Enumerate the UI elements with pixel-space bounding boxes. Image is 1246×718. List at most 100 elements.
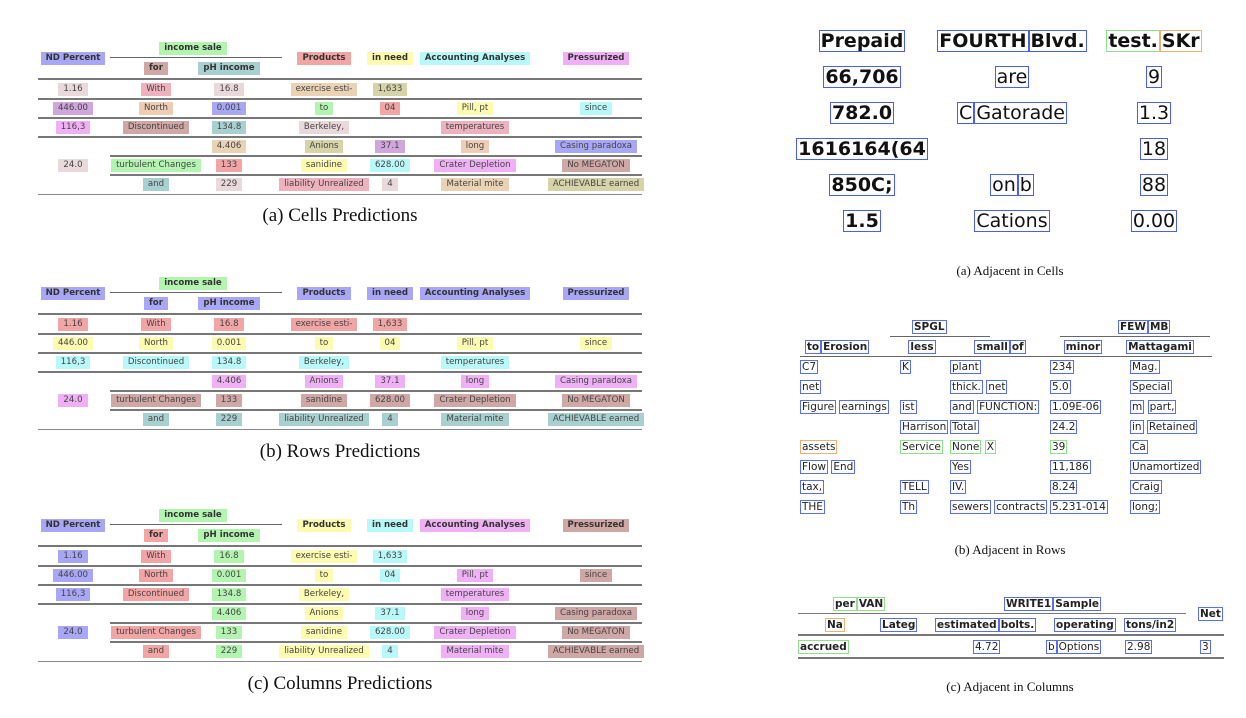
table-cell-cell: Material mite [405,642,545,660]
table-cell: accrued [798,640,849,654]
table-cell-cell: temperatures [405,353,545,371]
header-pressurized: Pressurized [562,286,630,300]
table-cell: ACHIEVABLE earned [547,644,645,658]
table-cell-cell: Pill, pt [405,566,545,584]
table-cell: 37.1 [375,374,405,388]
table-cell-cell: Casing paradoxa [526,137,666,155]
header-cell: tons/in2 [1124,618,1177,632]
word-box: Ca [1130,440,1148,454]
table-cell: 9 [1054,64,1246,90]
word-box: minor [1063,340,1103,354]
table-cell: thick. net [950,380,1008,394]
word-box: operating [1054,618,1116,632]
word-box: FUNCTION: [977,400,1040,414]
table-cell: Harrison [900,420,949,434]
word-box: Special [1130,380,1172,394]
word-box: Total [950,420,979,434]
group-header-few-mb: FEW MB [1118,320,1171,334]
header-cell: to Erosion [797,340,877,354]
word-box: Figure [800,400,837,414]
header-accounting-analyses: Accounting Analyses [419,51,531,65]
word-box: 782.0 [829,102,895,124]
table-rule [38,661,642,662]
caption-rows-predictions: (b) Rows Predictions [259,441,421,462]
table-cell: plant [950,360,981,374]
header-cell: operating [1054,618,1116,632]
header-subrule [110,524,282,525]
table-cell: temperatures [440,587,510,601]
table-cell: ACHIEVABLE earned [547,412,645,426]
header-ph-income-cell: pH income [159,526,299,544]
table-cell-cell: long [405,372,545,390]
table-cell: 2.98 [1125,640,1153,654]
word-box: Mag. [1130,360,1160,374]
word-box: long; [1130,500,1161,514]
table-cell: Crater Depletion [434,625,516,639]
word-box: Options [1056,640,1102,654]
table-cell: and FUNCTION: [950,400,1040,414]
table-cell: 0.001 [211,568,247,582]
table-cell: 229 [215,177,243,191]
header-income-sale-cell: income sale [123,39,263,57]
rows-predictions-table: income sale ND Percent Products in need Acco… [38,273,645,433]
word-box: Prepaid [818,30,906,52]
table-cell: long [460,606,490,620]
table-cell: since [579,336,613,350]
table-cell-cell: 1,633 [320,547,460,565]
table-cell: 229 [215,644,243,658]
table-cell: 04 [379,336,401,350]
table-cell: 4 [382,412,398,426]
table-cell: in Retained [1130,420,1198,434]
table-cell: Casing paradoxa [554,374,638,388]
word-box: and [950,400,974,414]
table-cell-cell: Crater Depletion [405,391,545,409]
word-box: 8.24 [1050,480,1078,494]
table-cell: 16.8 [214,317,244,331]
word-box: Th [900,500,918,514]
header-cell: small of [960,340,1040,354]
table-cell: 11,186 [1050,460,1091,474]
word-box: 24.2 [1050,420,1078,434]
table-cell: Pill, pt [456,336,494,350]
table-cell-cell: ACHIEVABLE earned [526,175,666,193]
table-cell-cell: Berkeley, [254,118,394,136]
word-box: 11,186 [1050,460,1091,474]
table-rule [798,634,1224,636]
word-box: net [800,380,822,394]
table-cell: 1616164(64 [762,136,962,162]
word-box: Harrison [900,420,949,434]
table-cell: m part, [1130,400,1177,414]
table-cell: 4 [382,177,398,191]
word-box: 9 [1145,66,1163,88]
table-rule [890,336,990,337]
word-box: 850C; [829,174,895,196]
word-box: small [974,340,1010,354]
table-cell-cell: temperatures [405,585,545,603]
header-ph-income-cell: pH income [159,294,299,312]
table-cell: 24.0 [58,625,88,639]
table-cell: 37.1 [375,606,405,620]
word-box: plant [950,360,981,374]
table-cell: 24.2 [1050,420,1078,434]
table-cell-cell: ACHIEVABLE earned [526,642,666,660]
table-cell: No MEGATON [562,625,630,639]
header-income-sale-cell: income sale [123,506,263,524]
table-cell: 134.8 [211,355,247,369]
word-box: b [1017,174,1034,196]
word-box: End [831,460,856,474]
header-ph-income: pH income [198,528,260,542]
table-cell: long; [1130,500,1161,514]
table-cell-cell: Pill, pt [405,334,545,352]
word-box: THE [800,500,825,514]
header-subrule [110,57,282,58]
word-box: 1616164(64 [796,138,928,160]
header-cell: test. SKr [1054,28,1246,54]
table-cell-cell: Crater Depletion [405,156,545,174]
caption-adjacent-in-columns: (c) Adjacent in Columns [946,679,1074,694]
word-box: 5.231-014 [1050,500,1108,514]
table-cell: No MEGATON [562,393,630,407]
word-box: TELL [900,480,929,494]
word-box: 1.5 [843,210,881,232]
header-accounting-analyses: Accounting Analyses [419,286,531,300]
table-cell: assets [800,440,838,454]
